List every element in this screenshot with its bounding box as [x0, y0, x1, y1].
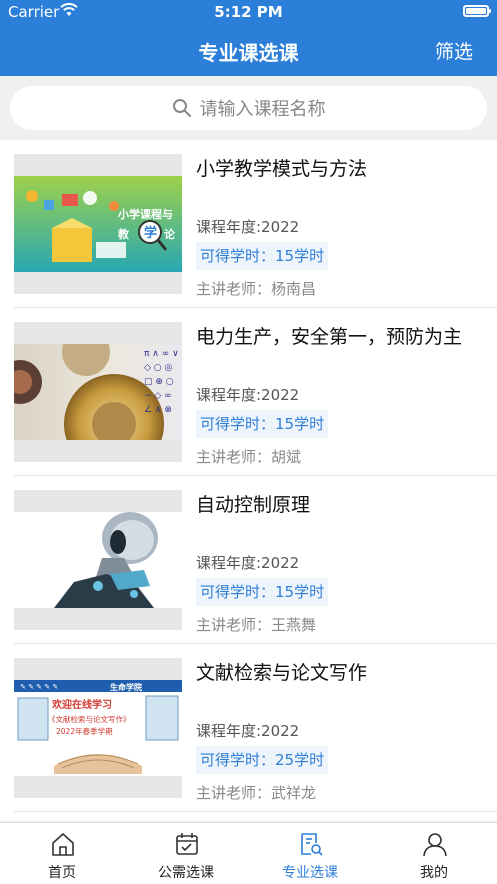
search-placeholder: 请输入课程名称 [199, 99, 326, 120]
svg-text:π ∧ ∞ ∨: π ∧ ∞ ∨ [144, 349, 179, 359]
search-input[interactable]: 请输入课程名称 [10, 86, 487, 130]
svg-text:∽ ◇ ∞: ∽ ◇ ∞ [144, 391, 172, 401]
home-icon [52, 833, 74, 856]
course-title: 文献检索与论文写作 [196, 662, 368, 684]
course-teacher: 主讲老师：胡斌 [196, 448, 302, 466]
thumb-text: 2022年春季学期 [56, 726, 113, 736]
calendar-icon [176, 833, 198, 855]
course-hours: 可得学时：25学时 [196, 746, 329, 774]
thumb-text: 生命学院 [110, 682, 142, 692]
course-hours: 可得学时：15学时 [196, 242, 329, 270]
course-teacher: 主讲老师：王燕舞 [196, 616, 317, 634]
course-item[interactable]: 自动控制原理 课程年度:2022 可得学时：15学时 主讲老师：王燕舞 [0, 476, 497, 644]
status-time: 5:12 PM [214, 3, 283, 21]
tab-professional-courses[interactable]: 专业选课 [248, 823, 372, 884]
course-list: 小学课程与 教 学 论 小学教学模式与方法 课程年度:2022 可得学时：15学… [0, 140, 497, 820]
course-item[interactable]: 小学课程与 教 学 论 小学教学模式与方法 课程年度:2022 可得学时：15学… [0, 140, 497, 308]
svg-text:◇ ○ ◎: ◇ ○ ◎ [144, 363, 172, 373]
thumb-text: 小学课程与 [117, 207, 173, 221]
course-thumbnail: ✎ ✎ ✎ ✎ ✎ 生命学院 欢迎在线学习 《文献检索与论文写作》 2022年春… [14, 658, 182, 798]
course-title: 电力生产，安全第一，预防为主 [196, 326, 463, 348]
user-icon [423, 833, 447, 857]
tab-label: 首页 [48, 865, 76, 881]
thumb-text: 欢迎在线学习 [51, 698, 112, 711]
course-thumbnail [14, 490, 182, 630]
thumb-text: 学 [144, 225, 157, 241]
svg-text:∠ ∧ ⊗: ∠ ∧ ⊗ [144, 405, 172, 415]
page-title: 专业课选课 [198, 41, 299, 65]
tab-public-courses[interactable]: 公需选课 [124, 823, 248, 884]
thumb-text: 教 [117, 227, 130, 241]
app-header: Carrier 5:12 PM 专业课选课 筛选 [0, 0, 497, 76]
tab-bar: 首页 公需选课 专业选课 我的 [0, 822, 497, 884]
thumb-text: 《文献检索与论文写作》 [48, 714, 131, 724]
tab-mine[interactable]: 我的 [372, 823, 496, 884]
course-title: 小学教学模式与方法 [196, 158, 368, 180]
thumb-text: 论 [164, 227, 176, 241]
svg-text:✎ ✎ ✎ ✎ ✎: ✎ ✎ ✎ ✎ ✎ [20, 683, 58, 691]
course-item[interactable]: π ∧ ∞ ∨ ◇ ○ ◎ ▢ ⊕ ○ ∽ ◇ ∞ ∠ ∧ ⊗ 电力生产，安全第… [0, 308, 497, 476]
course-year: 课程年度:2022 [196, 554, 300, 572]
course-title: 自动控制原理 [196, 494, 311, 516]
doc-search-icon [301, 833, 323, 856]
course-year: 课程年度:2022 [196, 386, 300, 404]
course-year: 课程年度:2022 [196, 218, 300, 236]
search-icon [172, 99, 191, 117]
divider [14, 811, 497, 812]
search-area: 请输入课程名称 [0, 76, 497, 140]
course-year: 课程年度:2022 [196, 722, 300, 740]
tab-home[interactable]: 首页 [0, 823, 124, 884]
course-item[interactable]: ✎ ✎ ✎ ✎ ✎ 生命学院 欢迎在线学习 《文献检索与论文写作》 2022年春… [0, 644, 497, 812]
status-bar: Carrier 5:12 PM [0, 0, 497, 26]
course-hours: 可得学时：15学时 [196, 578, 329, 606]
tab-label: 公需选课 [158, 865, 214, 881]
tab-label: 我的 [420, 865, 448, 881]
battery-icon [463, 5, 491, 17]
course-teacher: 主讲老师：杨南昌 [196, 280, 317, 298]
tab-label: 专业选课 [282, 865, 338, 881]
course-thumbnail: π ∧ ∞ ∨ ◇ ○ ◎ ▢ ⊕ ○ ∽ ◇ ∞ ∠ ∧ ⊗ [14, 322, 182, 462]
course-thumbnail: 小学课程与 教 学 论 [14, 154, 182, 294]
svg-text:▢ ⊕ ○: ▢ ⊕ ○ [144, 377, 174, 387]
course-hours: 可得学时：15学时 [196, 410, 329, 438]
course-teacher: 主讲老师：武祥龙 [196, 784, 317, 802]
filter-button[interactable]: 筛选 [435, 37, 473, 64]
